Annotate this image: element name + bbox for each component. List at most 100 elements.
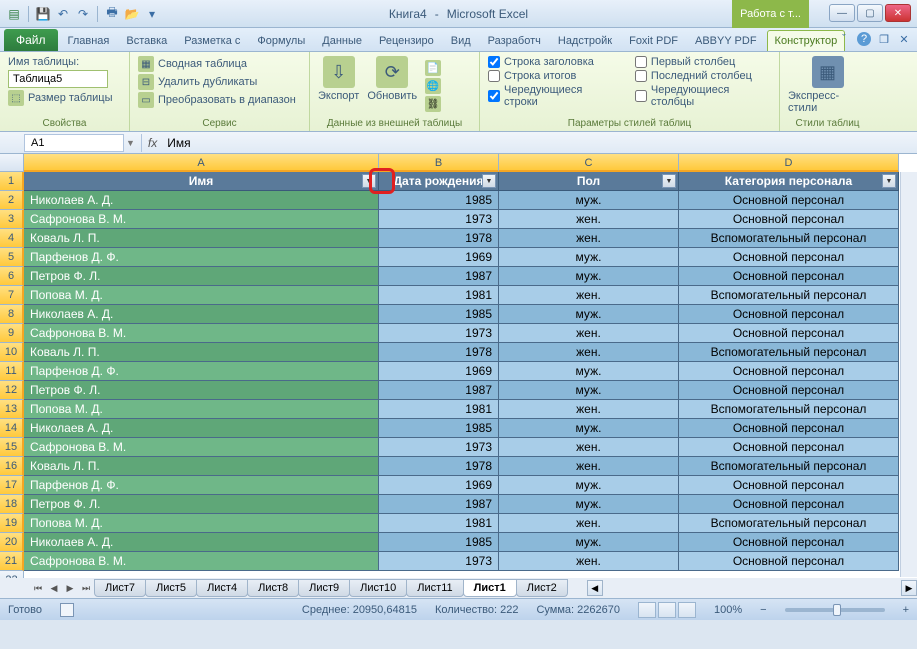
scroll-left-icon[interactable]: ◀ — [587, 580, 603, 596]
convert-to-range-button[interactable]: ▭Преобразовать в диапазон — [138, 92, 301, 108]
cell[interactable]: Вспомогательный персонал — [679, 457, 899, 476]
row-header[interactable]: 2 — [0, 191, 24, 210]
tab-item[interactable]: Вставка — [119, 31, 174, 51]
cell[interactable]: 1981 — [379, 514, 499, 533]
normal-view-button[interactable] — [638, 602, 656, 618]
row-header[interactable]: 17 — [0, 476, 24, 495]
cell[interactable]: 1981 — [379, 400, 499, 419]
row-header[interactable]: 19 — [0, 514, 24, 533]
cell[interactable]: Попова М. Д. — [24, 286, 379, 305]
column-header-C[interactable]: C — [499, 154, 679, 172]
cell[interactable]: Вспомогательный персонал — [679, 400, 899, 419]
page-break-view-button[interactable] — [678, 602, 696, 618]
row-header[interactable]: 4 — [0, 229, 24, 248]
cell[interactable]: Основной персонал — [679, 533, 899, 552]
print-icon[interactable]: 🖶 — [104, 6, 120, 22]
row-header[interactable]: 9 — [0, 324, 24, 343]
cell[interactable]: 1973 — [379, 438, 499, 457]
cell[interactable]: 1969 — [379, 248, 499, 267]
last-sheet-icon[interactable]: ⏭ — [78, 580, 94, 596]
row-header[interactable]: 1 — [0, 172, 24, 191]
cell[interactable]: жен. — [499, 286, 679, 305]
formula-input[interactable] — [165, 134, 917, 152]
table-header[interactable]: Имя▼ — [24, 172, 379, 191]
column-header-D[interactable]: D — [679, 154, 899, 172]
prev-sheet-icon[interactable]: ◀ — [46, 580, 62, 596]
tab-item[interactable]: Надстройк — [551, 31, 619, 51]
cell[interactable]: Коваль Л. П. — [24, 229, 379, 248]
cell[interactable]: 1973 — [379, 552, 499, 571]
row-header[interactable]: 12 — [0, 381, 24, 400]
cell[interactable]: 1985 — [379, 305, 499, 324]
zoom-out-button[interactable]: − — [760, 604, 766, 616]
cell[interactable]: Петров Ф. Л. — [24, 267, 379, 286]
cell[interactable]: Основной персонал — [679, 324, 899, 343]
cell[interactable]: 1987 — [379, 495, 499, 514]
cell[interactable]: 1973 — [379, 324, 499, 343]
export-button[interactable]: ⇩Экспорт — [318, 56, 359, 102]
scroll-right-icon[interactable]: ▶ — [901, 580, 917, 596]
open-browser-icon[interactable]: 🌐 — [425, 78, 441, 94]
zoom-in-button[interactable]: + — [903, 604, 909, 616]
sheet-tab[interactable]: Лист9 — [298, 579, 350, 597]
cell[interactable]: Парфенов Д. Ф. — [24, 248, 379, 267]
sheet-tab[interactable]: Лист11 — [406, 579, 463, 597]
tab-constructor[interactable]: Конструктор — [767, 30, 846, 51]
row-header[interactable]: 10 — [0, 343, 24, 362]
close-button[interactable]: ✕ — [885, 4, 911, 22]
cell[interactable]: муж. — [499, 476, 679, 495]
cell[interactable]: Основной персонал — [679, 248, 899, 267]
resize-table-button[interactable]: ⬚Размер таблицы — [8, 90, 121, 106]
cell[interactable]: муж. — [499, 495, 679, 514]
cell[interactable]: муж. — [499, 419, 679, 438]
banded-rows-checkbox[interactable]: Чередующиеся строки — [488, 84, 615, 108]
cell[interactable]: жен. — [499, 552, 679, 571]
cell[interactable]: 1973 — [379, 210, 499, 229]
fx-icon[interactable]: fx — [148, 136, 157, 150]
cell[interactable]: жен. — [499, 324, 679, 343]
cell[interactable]: Основной персонал — [679, 305, 899, 324]
cell[interactable]: жен. — [499, 210, 679, 229]
tab-item[interactable]: Вид — [444, 31, 478, 51]
cell[interactable]: Вспомогательный персонал — [679, 286, 899, 305]
cell[interactable]: Попова М. Д. — [24, 514, 379, 533]
filter-button[interactable]: ▼ — [882, 174, 896, 188]
table-header[interactable]: Категория персонала▼ — [679, 172, 899, 191]
row-header[interactable]: 5 — [0, 248, 24, 267]
tab-item[interactable]: ABBYY PDF — [688, 31, 764, 51]
restore-workbook-icon[interactable]: ❐ — [877, 32, 891, 46]
open-icon[interactable]: 📂 — [124, 6, 140, 22]
vertical-scrollbar[interactable] — [900, 172, 917, 577]
sheet-tab[interactable]: Лист4 — [196, 579, 248, 597]
cell[interactable]: муж. — [499, 305, 679, 324]
row-header[interactable]: 3 — [0, 210, 24, 229]
cell[interactable]: 1987 — [379, 381, 499, 400]
cell[interactable]: муж. — [499, 533, 679, 552]
row-header[interactable]: 20 — [0, 533, 24, 552]
row-header[interactable]: 18 — [0, 495, 24, 514]
cell[interactable]: муж. — [499, 362, 679, 381]
cell[interactable]: 1985 — [379, 533, 499, 552]
cell[interactable]: Сафронова В. М. — [24, 210, 379, 229]
cell[interactable]: 1969 — [379, 476, 499, 495]
maximize-button[interactable]: ▢ — [857, 4, 883, 22]
remove-duplicates-button[interactable]: ⊟Удалить дубликаты — [138, 74, 301, 90]
cell[interactable]: Основной персонал — [679, 267, 899, 286]
cell[interactable]: жен. — [499, 343, 679, 362]
cell[interactable]: Николаев А. Д. — [24, 419, 379, 438]
sheet-tab[interactable]: Лист8 — [247, 579, 299, 597]
sheet-tab[interactable]: Лист2 — [516, 579, 568, 597]
cell[interactable]: 1978 — [379, 343, 499, 362]
pivot-table-button[interactable]: ▦Сводная таблица — [138, 56, 301, 72]
unlink-icon[interactable]: ⛓ — [425, 96, 441, 112]
filter-button[interactable]: ▼ — [482, 174, 496, 188]
cell[interactable]: 1969 — [379, 362, 499, 381]
name-box[interactable] — [24, 134, 124, 152]
header-row-checkbox[interactable]: Строка заголовка — [488, 56, 615, 68]
row-header[interactable]: 6 — [0, 267, 24, 286]
cell[interactable]: Основной персонал — [679, 362, 899, 381]
cell[interactable]: жен. — [499, 457, 679, 476]
cell[interactable]: Коваль Л. П. — [24, 457, 379, 476]
row-header[interactable]: 8 — [0, 305, 24, 324]
table-header[interactable]: Пол▼ — [499, 172, 679, 191]
